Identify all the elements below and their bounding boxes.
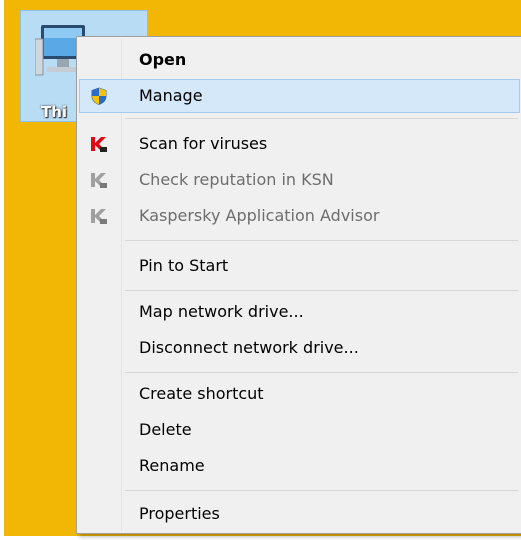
menu-item-label: Check reputation in KSN (139, 170, 334, 189)
menu-item-scan-for-viruses[interactable]: Scan for viruses (79, 127, 520, 161)
menu-item-kaspersky-application-advisor[interactable]: Kaspersky Application Advisor (79, 199, 520, 233)
menu-item-delete[interactable]: Delete (79, 413, 520, 447)
menu-item-label: Rename (139, 456, 205, 475)
desktop-icon-label: Thi (41, 103, 68, 121)
menu-item-label: Properties (139, 504, 220, 523)
menu-item-label: Map network drive... (139, 302, 304, 321)
context-menu: Open Manage Scan for viruses Check reput… (76, 36, 521, 534)
kaspersky-icon (91, 137, 107, 152)
menu-item-rename[interactable]: Rename (79, 449, 520, 483)
menu-item-manage[interactable]: Manage (79, 79, 520, 113)
menu-item-check-reputation-ksn[interactable]: Check reputation in KSN (79, 163, 520, 197)
menu-separator (125, 490, 518, 491)
menu-item-properties[interactable]: Properties (79, 497, 520, 531)
menu-item-open[interactable]: Open (79, 43, 520, 77)
desktop: Thi Open Manage Scan for viruses Check r… (4, 0, 521, 536)
menu-separator (125, 240, 518, 241)
menu-separator (125, 118, 518, 119)
menu-item-label: Pin to Start (139, 256, 229, 275)
kaspersky-icon (91, 209, 107, 224)
menu-separator (125, 372, 518, 373)
menu-item-label: Delete (139, 420, 192, 439)
menu-item-label: Kaspersky Application Advisor (139, 206, 380, 225)
menu-item-label: Scan for viruses (139, 134, 268, 153)
menu-item-label: Open (139, 50, 187, 69)
uac-shield-icon (91, 87, 107, 105)
menu-item-map-network-drive[interactable]: Map network drive... (79, 295, 520, 329)
menu-item-label: Disconnect network drive... (139, 338, 359, 357)
kaspersky-icon (91, 173, 107, 188)
menu-item-pin-to-start[interactable]: Pin to Start (79, 249, 520, 283)
menu-item-label: Manage (139, 86, 203, 105)
menu-item-label: Create shortcut (139, 384, 264, 403)
menu-separator (125, 290, 518, 291)
menu-item-create-shortcut[interactable]: Create shortcut (79, 377, 520, 411)
menu-item-disconnect-network-drive[interactable]: Disconnect network drive... (79, 331, 520, 365)
